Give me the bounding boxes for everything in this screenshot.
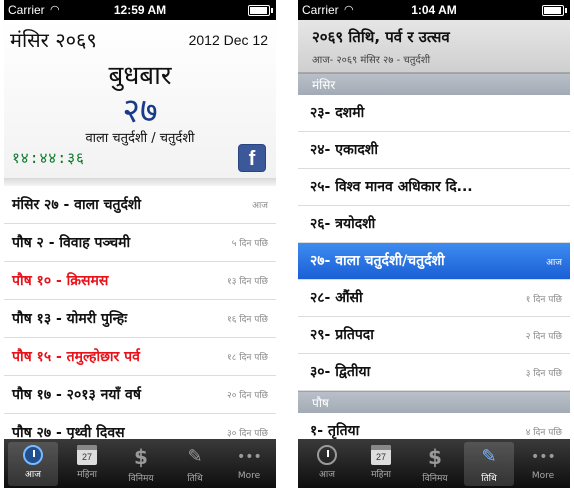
tab-calendar[interactable]: 27 महिना [356, 442, 406, 486]
tab-label: महिना [371, 470, 391, 480]
event-row[interactable]: मंसिर २७ - वाला चतुर्दशी आज [4, 186, 276, 224]
clock-icon [317, 445, 337, 465]
facebook-share-button[interactable]: f [238, 144, 266, 172]
tithi-name: २४- एकादशी [310, 142, 378, 158]
tab-label: आज [25, 470, 41, 480]
today-screen: Carrier ◠ 12:59 AM मंसिर २०६९ 2012 Dec 1… [4, 0, 276, 488]
clock-icon [23, 445, 43, 465]
event-row[interactable]: पौष १० - क्रिसमस १३ दिन पछि [4, 262, 276, 300]
tithi-screen: Carrier ◠ 1:04 AM २०६९ तिथि, पर्व र उत्स… [298, 0, 570, 488]
battery-icon [248, 5, 273, 16]
event-name: पौष १३ - योमरी पुन्हिः [12, 311, 128, 327]
tithi-title: २०६९ तिथि, पर्व र उत्सव [312, 28, 450, 46]
event-name: पौष २ - विवाह पञ्चमी [12, 235, 131, 251]
tithi-name: २७- वाला चतुर्दशी/चतुर्दशी [310, 253, 445, 269]
status-time: 12:59 AM [113, 3, 167, 17]
event-when: ३० दिन पछि [227, 429, 268, 439]
tithi-when: १ दिन पछि [525, 295, 562, 305]
gregorian-date: 2012 Dec 12 [188, 32, 268, 48]
tab-label: महिना [77, 470, 97, 480]
live-clock: १४:४४:३६ [12, 149, 85, 167]
event-row[interactable]: पौष १३ - योमरी पुन्हिः १६ दिन पछि [4, 300, 276, 338]
tab-label: तिथि [187, 474, 203, 484]
tab-label: More [531, 471, 555, 481]
tithi-header: २०६९ तिथि, पर्व र उत्सव आज- २०६९ मंसिर २… [298, 20, 570, 73]
dollar-icon: $ [428, 445, 442, 469]
tithi-row[interactable]: २६- त्रयोदशी [298, 206, 570, 243]
tab-clock[interactable]: आज [8, 442, 58, 486]
event-when: १६ दिन पछि [227, 315, 268, 325]
event-row[interactable]: पौष १७ - २०१३ नयाँ वर्ष २० दिन पछि [4, 376, 276, 414]
upcoming-events-list: मंसिर २७ - वाला चतुर्दशी आज पौष २ - विवाह … [4, 186, 276, 452]
tithi-row[interactable]: २४- एकादशी [298, 132, 570, 169]
tithi-name: २३- दशमी [310, 105, 365, 121]
event-when: ५ दिन पछि [231, 239, 268, 249]
pencil-icon: ✎ [187, 446, 203, 467]
tithi-subtitle: आज- २०६९ मंसिर २७ - चतुर्दशी [312, 55, 431, 66]
more-icon: ••• [237, 449, 262, 465]
event-when: २० दिन पछि [227, 391, 268, 401]
tithi-name: २५- विश्व मानव अधिकार दि... [310, 179, 473, 195]
tithi-when: ३ दिन पछि [525, 369, 562, 379]
tithi-name: २९- प्रतिपदा [310, 327, 374, 343]
tithi-when: ४ दिन पछि [525, 428, 562, 438]
tab-clock[interactable]: आज [302, 442, 352, 486]
tithi-row[interactable]: ३०- द्वितीया ३ दिन पछि [298, 354, 570, 391]
today-panel: मंसिर २०६९ 2012 Dec 12 बुधबार २७ वाला चत… [4, 20, 276, 178]
status-bar: Carrier ◠ 12:59 AM [4, 0, 276, 20]
event-when: १३ दिन पछि [227, 277, 268, 287]
day-number: २७ [122, 91, 158, 131]
event-when: १८ दिन पछि [227, 353, 268, 363]
tab-dollar[interactable]: $ विनिमय [116, 442, 166, 486]
tab-dollar[interactable]: $ विनिमय [410, 442, 460, 486]
tithi-name: २६- त्रयोदशी [310, 216, 376, 232]
tithi-when: २ दिन पछि [525, 332, 562, 342]
event-name: मंसिर २७ - वाला चतुर्दशी [12, 197, 142, 213]
tab-label: विनिमय [422, 474, 448, 484]
tithi-when: आज [546, 258, 562, 268]
tab-label: तिथि [481, 474, 497, 484]
tithi-row[interactable]: २७- वाला चतुर्दशी/चतुर्दशी आज [298, 243, 570, 280]
tithi-name: १- तृतिया [310, 423, 360, 439]
tithi-row[interactable]: २९- प्रतिपदा २ दिन पछि [298, 317, 570, 354]
event-when: आज [252, 201, 268, 211]
tab-bar: आज 27 महिना $ विनिमय ✎ तिथि ••• More [298, 439, 570, 488]
dollar-icon: $ [134, 445, 148, 469]
event-name: पौष १५ - तमुल्होछार पर्व [12, 349, 140, 365]
pencil-icon: ✎ [481, 446, 497, 467]
tithi-label: वाला चतुर्दशी / चतुर्दशी [85, 131, 195, 146]
tithi-row[interactable]: २५- विश्व मानव अधिकार दि... [298, 169, 570, 206]
tab-more[interactable]: ••• More [518, 442, 568, 486]
tab-pencil[interactable]: ✎ तिथि [170, 442, 220, 486]
tab-more[interactable]: ••• More [224, 442, 274, 486]
tab-label: More [237, 471, 261, 481]
tab-pencil[interactable]: ✎ तिथि [464, 442, 514, 486]
tithi-name: ३०- द्वितीया [310, 364, 371, 380]
tithi-name: २८- औंसी [310, 290, 363, 306]
event-row[interactable]: पौष २ - विवाह पञ्चमी ५ दिन पछि [4, 224, 276, 262]
section-header: मंसिर [298, 73, 570, 95]
status-time: 1:04 AM [411, 3, 457, 17]
tab-bar: आज 27 महिना $ विनिमय ✎ तिथि ••• More [4, 439, 276, 488]
calendar-icon: 27 [77, 445, 97, 465]
tab-calendar[interactable]: 27 महिना [62, 442, 112, 486]
tithi-row[interactable]: २८- औंसी १ दिन पछि [298, 280, 570, 317]
tab-label: विनिमय [128, 474, 154, 484]
event-name: पौष १० - क्रिसमस [12, 273, 109, 289]
nepali-month-year: मंसिर २०६९ [10, 28, 97, 52]
event-name: पौष १७ - २०१३ नयाँ वर्ष [12, 387, 141, 403]
battery-icon [542, 5, 567, 16]
status-bar: Carrier ◠ 1:04 AM [298, 0, 570, 20]
calendar-icon: 27 [371, 445, 391, 465]
tab-label: आज [319, 470, 335, 480]
more-icon: ••• [531, 449, 556, 465]
tithi-row[interactable]: २३- दशमी [298, 95, 570, 132]
event-row[interactable]: पौष १५ - तमुल्होछार पर्व १८ दिन पछि [4, 338, 276, 376]
section-header: पौष [298, 391, 570, 413]
